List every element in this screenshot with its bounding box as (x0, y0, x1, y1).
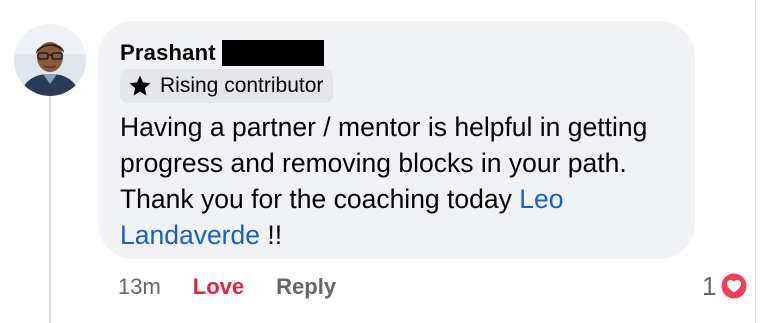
heart-icon (719, 271, 749, 301)
star-icon (128, 74, 152, 98)
reaction-summary[interactable]: 1 (702, 268, 749, 304)
author-row: Prashant (120, 39, 324, 67)
redacted-surname (221, 40, 324, 66)
timestamp[interactable]: 13m (118, 274, 161, 300)
comment-text: Having a partner / mentor is helpful in … (120, 109, 685, 253)
love-button[interactable]: Love (193, 274, 244, 300)
comment-actions: 13m Love Reply (118, 270, 336, 304)
reaction-count: 1 (702, 270, 717, 301)
author-name[interactable]: Prashant (120, 40, 216, 66)
contributor-badge[interactable]: Rising contributor (120, 69, 334, 103)
avatar-image (14, 24, 86, 96)
comment-thread: Prashant Rising contributor Having a par… (0, 0, 760, 323)
reply-button[interactable]: Reply (276, 274, 336, 300)
comment-bubble: Prashant Rising contributor Having a par… (98, 21, 695, 259)
comment-body: Having a partner / mentor is helpful in … (120, 112, 648, 214)
avatar[interactable] (14, 24, 86, 96)
thread-line (49, 94, 51, 323)
comment-suffix: !! (259, 220, 283, 250)
divider (755, 0, 756, 323)
badge-label: Rising contributor (160, 74, 324, 97)
